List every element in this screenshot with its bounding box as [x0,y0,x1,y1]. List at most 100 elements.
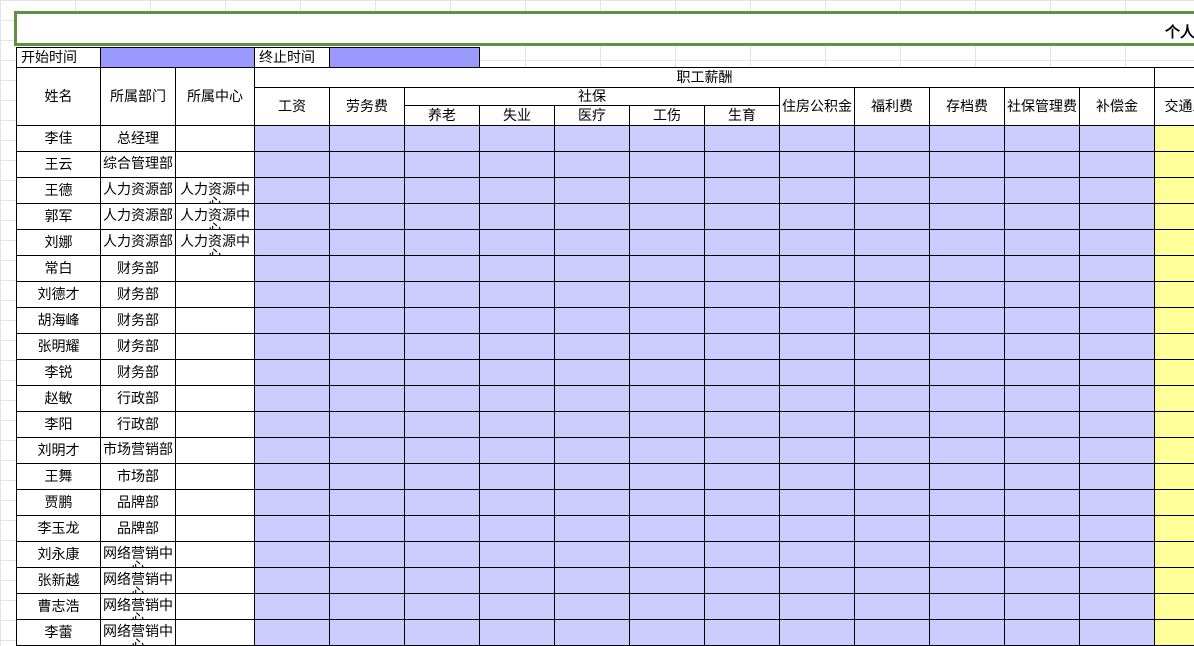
data-cell[interactable] [704,203,780,230]
transport-cell[interactable] [1154,515,1194,542]
data-cell[interactable] [1079,437,1155,464]
data-cell[interactable] [1004,255,1080,282]
data-cell[interactable] [1004,359,1080,386]
data-cell[interactable] [929,177,1005,204]
transport-cell[interactable] [1154,203,1194,230]
data-cell[interactable] [404,541,480,568]
data-cell[interactable] [629,619,705,646]
data-cell[interactable] [254,281,330,308]
data-cell[interactable] [854,359,930,386]
transport-cell[interactable] [1154,619,1194,646]
center-cell[interactable] [175,333,255,360]
data-cell[interactable] [404,515,480,542]
data-cell[interactable] [329,385,405,412]
data-cell[interactable] [554,229,630,256]
data-cell[interactable] [554,463,630,490]
data-cell[interactable] [929,281,1005,308]
data-cell[interactable] [929,411,1005,438]
data-cell[interactable] [629,515,705,542]
data-cell[interactable] [1079,515,1155,542]
data-cell[interactable] [554,151,630,178]
data-cell[interactable] [1004,593,1080,620]
data-cell[interactable] [254,333,330,360]
data-cell[interactable] [329,541,405,568]
dept-cell[interactable]: 综合管理部 [100,151,176,178]
data-cell[interactable] [1004,229,1080,256]
data-cell[interactable] [479,437,555,464]
transport-cell[interactable] [1154,411,1194,438]
data-cell[interactable] [404,281,480,308]
data-cell[interactable] [1004,619,1080,646]
data-cell[interactable] [704,229,780,256]
data-cell[interactable] [929,203,1005,230]
header-wage[interactable]: 工资 [254,87,330,126]
data-cell[interactable] [704,359,780,386]
data-cell[interactable] [629,359,705,386]
data-cell[interactable] [629,203,705,230]
data-cell[interactable] [854,567,930,594]
data-cell[interactable] [854,229,930,256]
center-cell[interactable] [175,125,255,152]
data-cell[interactable] [329,307,405,334]
data-cell[interactable] [929,255,1005,282]
data-cell[interactable] [704,437,780,464]
data-cell[interactable] [479,541,555,568]
center-cell[interactable] [175,255,255,282]
transport-cell[interactable] [1154,333,1194,360]
data-cell[interactable] [1004,411,1080,438]
transport-cell[interactable] [1154,151,1194,178]
header-medical[interactable]: 医疗 [554,105,630,126]
data-cell[interactable] [479,359,555,386]
header-housing[interactable]: 住房公积金 [779,87,855,126]
data-cell[interactable] [929,307,1005,334]
data-cell[interactable] [779,359,855,386]
dept-cell[interactable]: 品牌部 [100,515,176,542]
data-cell[interactable] [404,489,480,516]
data-cell[interactable] [329,203,405,230]
data-cell[interactable] [1004,281,1080,308]
data-cell[interactable] [704,567,780,594]
data-cell[interactable] [329,489,405,516]
data-cell[interactable] [779,567,855,594]
data-cell[interactable] [329,177,405,204]
data-cell[interactable] [254,255,330,282]
data-cell[interactable] [854,281,930,308]
data-cell[interactable] [554,255,630,282]
center-cell[interactable] [175,567,255,594]
data-cell[interactable] [929,229,1005,256]
dept-cell[interactable]: 财务部 [100,359,176,386]
center-cell[interactable] [175,593,255,620]
data-cell[interactable] [479,463,555,490]
name-cell[interactable]: 李玉龙 [16,515,101,542]
center-cell[interactable]: 人力资源中心 [175,229,255,256]
transport-cell[interactable] [1154,359,1194,386]
data-cell[interactable] [1004,125,1080,152]
transport-cell[interactable] [1154,567,1194,594]
header-injury[interactable]: 工伤 [629,105,705,126]
data-cell[interactable] [1079,463,1155,490]
dept-cell[interactable]: 网络营销中心 [100,567,176,594]
data-cell[interactable] [1004,541,1080,568]
data-cell[interactable] [629,125,705,152]
data-cell[interactable] [554,619,630,646]
data-cell[interactable] [329,229,405,256]
center-cell[interactable] [175,307,255,334]
data-cell[interactable] [554,203,630,230]
data-cell[interactable] [479,385,555,412]
data-cell[interactable] [929,541,1005,568]
data-cell[interactable] [629,255,705,282]
data-cell[interactable] [854,307,930,334]
transport-cell[interactable] [1154,125,1194,152]
sheet-title-box[interactable]: 个人 [14,11,1194,46]
data-cell[interactable] [704,307,780,334]
data-cell[interactable] [629,307,705,334]
start-time-value[interactable] [100,47,255,68]
data-cell[interactable] [704,463,780,490]
data-cell[interactable] [1079,281,1155,308]
data-cell[interactable] [1079,307,1155,334]
dept-cell[interactable]: 行政部 [100,385,176,412]
name-cell[interactable]: 李佳 [16,125,101,152]
transport-cell[interactable] [1154,281,1194,308]
data-cell[interactable] [1004,515,1080,542]
data-cell[interactable] [554,307,630,334]
